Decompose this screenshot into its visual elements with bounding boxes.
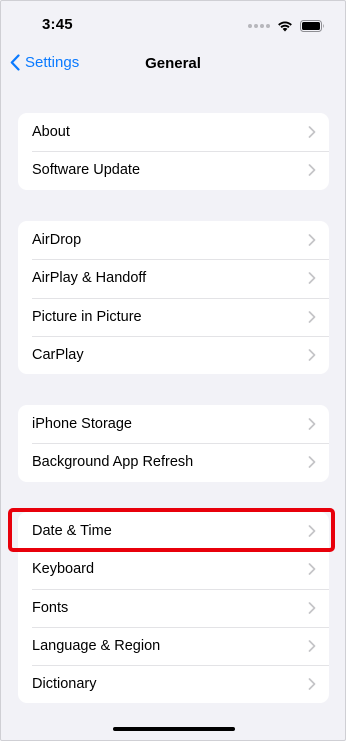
page-title: General: [145, 55, 201, 72]
chevron-right-icon: [308, 349, 316, 361]
row-label: Background App Refresh: [32, 454, 194, 471]
row-carplay[interactable]: CarPlay: [18, 335, 329, 374]
row-label: About: [32, 124, 70, 141]
row-iphone-storage[interactable]: iPhone Storage: [18, 405, 329, 443]
navigation-bar: Settings General: [1, 45, 345, 85]
row-about[interactable]: About: [18, 113, 329, 151]
row-label: Software Update: [32, 162, 141, 179]
row-dictionary[interactable]: Dictionary: [18, 665, 329, 703]
row-label: CarPlay: [32, 347, 84, 364]
chevron-right-icon: [308, 272, 316, 285]
phone-screen: 3:45 Settings General About Software Upd…: [0, 0, 346, 741]
chevron-right-icon: [308, 456, 316, 469]
row-label: Language & Region: [32, 638, 161, 655]
row-label: AirPlay & Handoff: [32, 270, 147, 287]
chevron-right-icon: [308, 601, 316, 614]
chevron-right-icon: [308, 563, 316, 576]
battery-icon: [300, 20, 324, 32]
status-time: 3:45: [42, 16, 73, 33]
settings-group-storage: iPhone Storage Background App Refresh: [18, 405, 329, 482]
row-language-region[interactable]: Language & Region: [18, 626, 329, 665]
row-label: Picture in Picture: [32, 308, 142, 325]
row-airplay-handoff[interactable]: AirPlay & Handoff: [18, 259, 329, 297]
home-indicator: [113, 727, 235, 731]
row-label: Dictionary: [32, 676, 97, 693]
row-fonts[interactable]: Fonts: [18, 588, 329, 627]
row-label: Date & Time: [32, 523, 112, 540]
row-label: AirDrop: [32, 232, 82, 249]
chevron-right-icon: [308, 525, 316, 537]
row-label: iPhone Storage: [32, 416, 132, 433]
settings-group-about: About Software Update: [18, 113, 329, 190]
chevron-right-icon: [308, 310, 316, 323]
row-picture-in-picture[interactable]: Picture in Picture: [18, 297, 329, 336]
row-airdrop[interactable]: AirDrop: [18, 221, 329, 259]
chevron-right-icon: [308, 640, 316, 652]
chevron-right-icon: [308, 126, 316, 138]
row-label: Keyboard: [32, 561, 95, 578]
settings-group-connectivity: AirDrop AirPlay & Handoff Picture in Pic…: [18, 221, 329, 375]
row-label: Fonts: [32, 599, 69, 616]
status-bar: 3:45: [1, 1, 345, 45]
chevron-right-icon: [308, 234, 316, 246]
cellular-signal-icon: [248, 24, 270, 28]
status-icons: [248, 19, 325, 33]
row-background-app-refresh[interactable]: Background App Refresh: [18, 443, 329, 481]
chevron-right-icon: [308, 678, 316, 691]
chevron-right-icon: [308, 418, 316, 430]
chevron-right-icon: [308, 164, 316, 177]
row-date-time[interactable]: Date & Time: [18, 512, 329, 550]
settings-group-locale: Date & Time Keyboard Fonts Language & Re…: [18, 512, 329, 704]
row-keyboard[interactable]: Keyboard: [18, 550, 329, 588]
wifi-icon: [278, 21, 292, 32]
row-software-update[interactable]: Software Update: [18, 151, 329, 189]
